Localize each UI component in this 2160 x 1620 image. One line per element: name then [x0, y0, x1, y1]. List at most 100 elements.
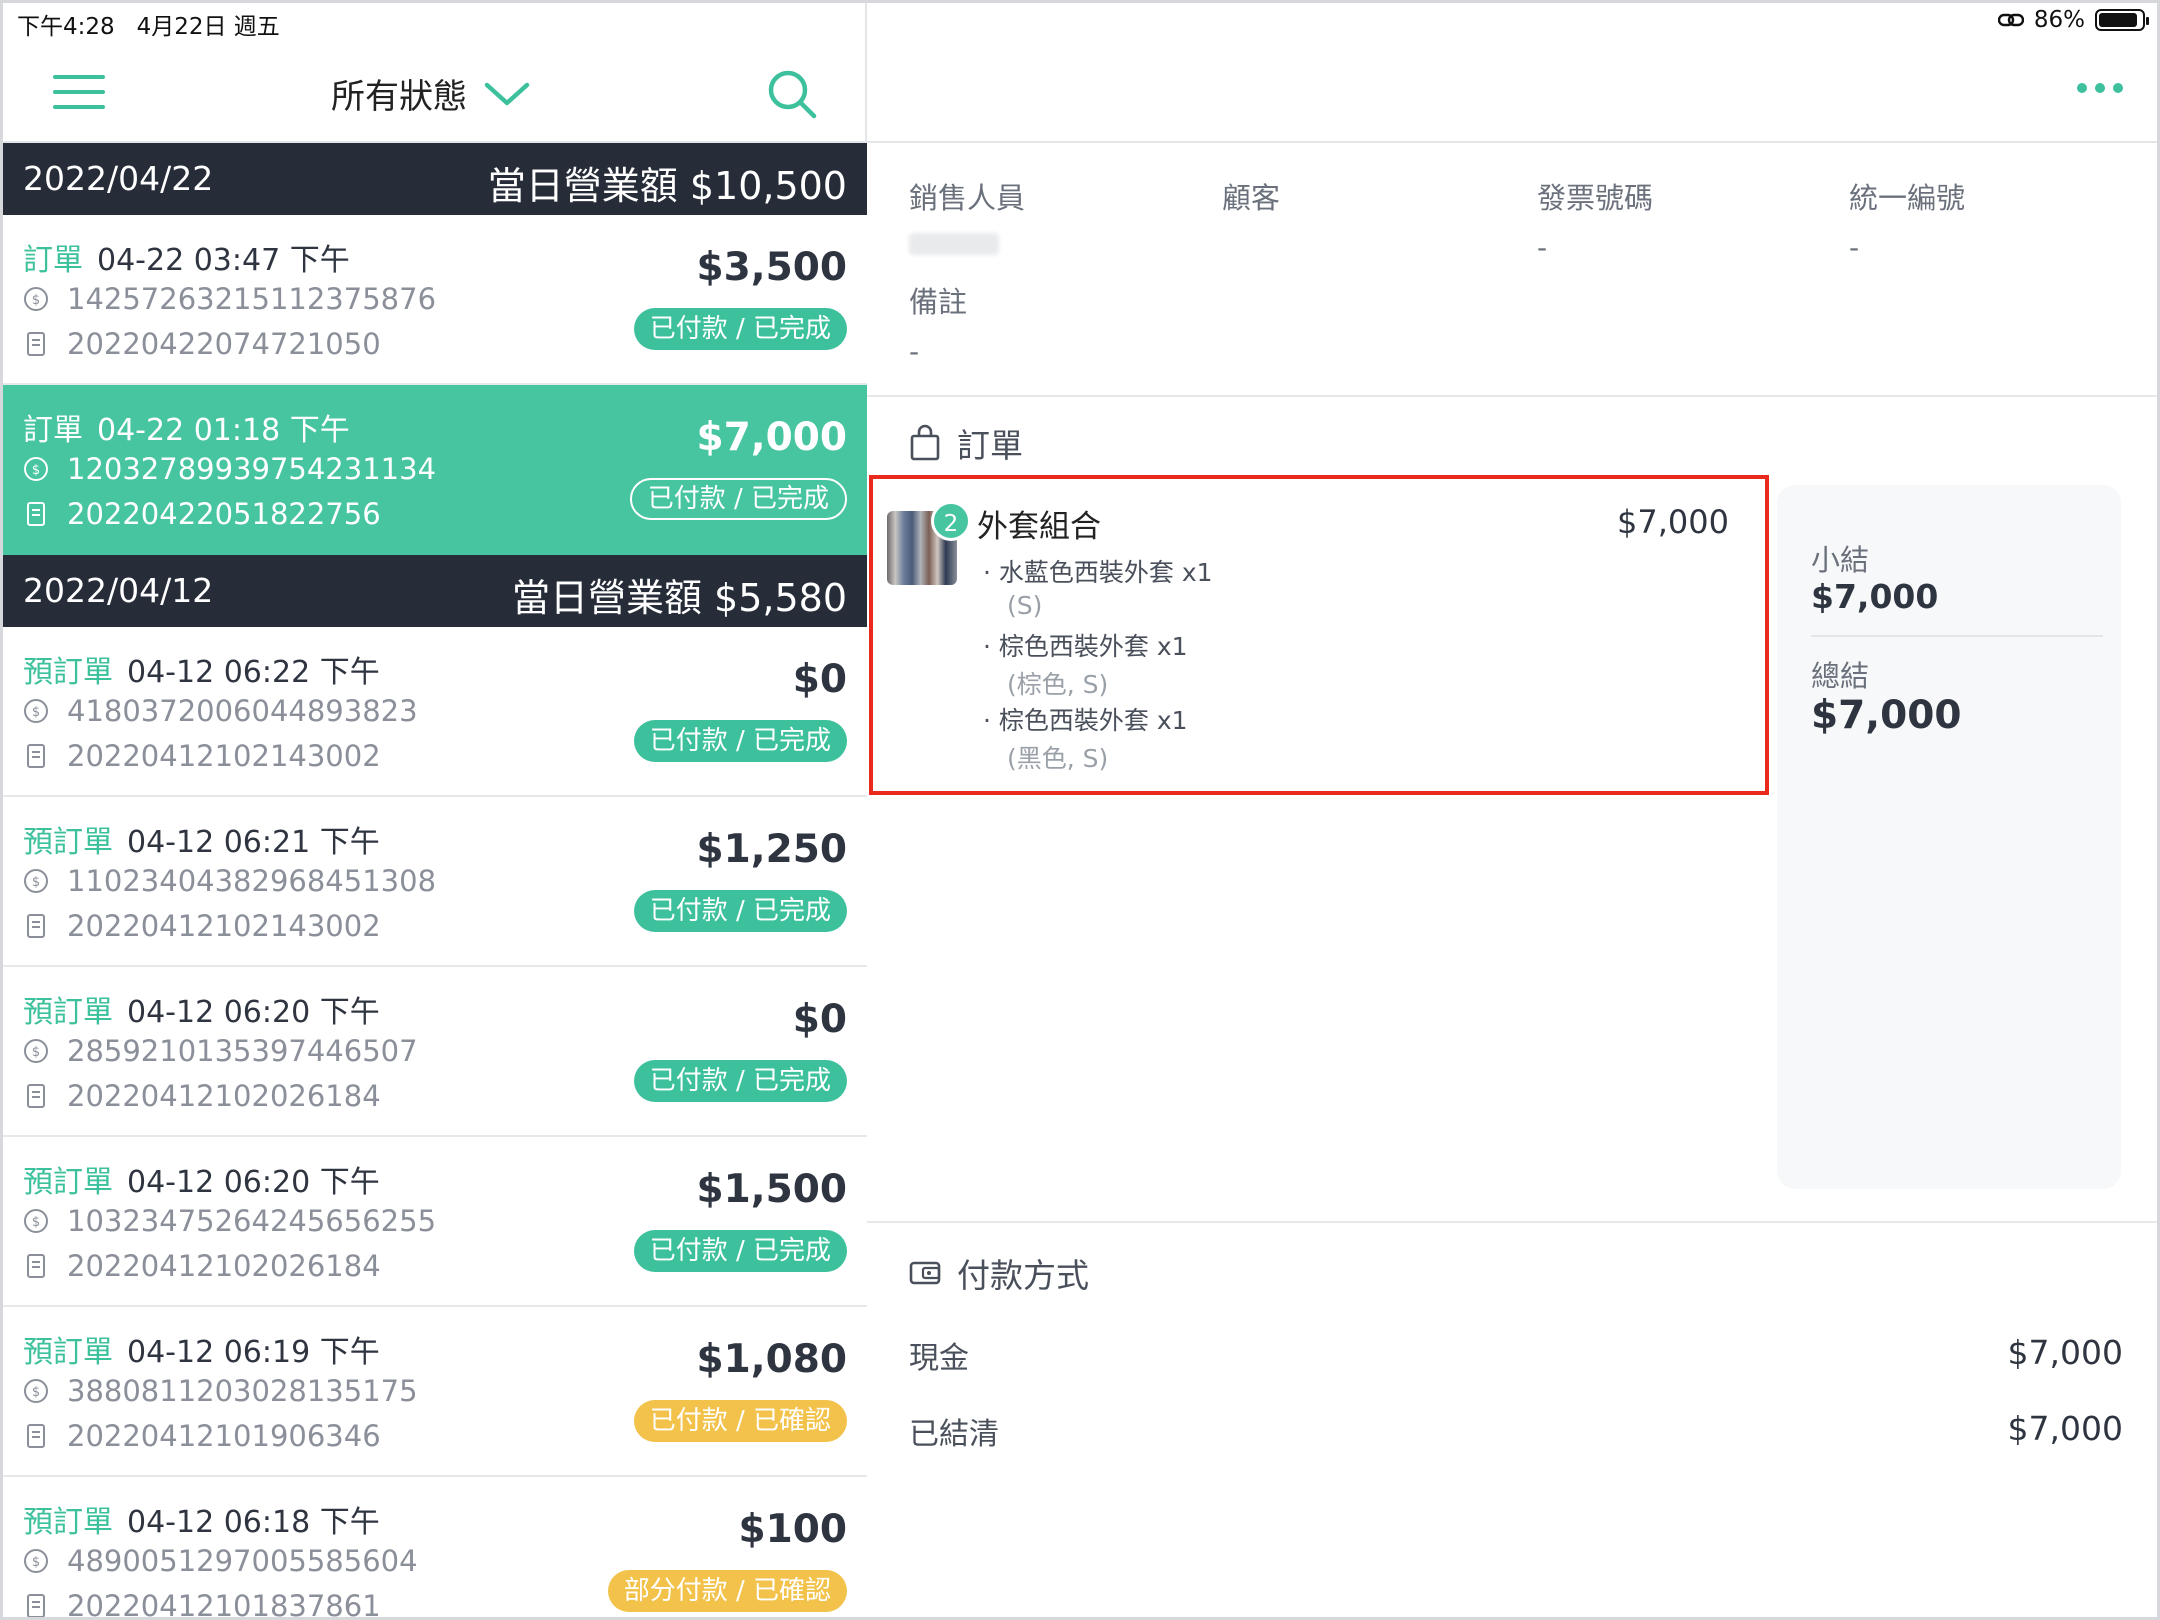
transaction-id: 12032789939754231134 — [67, 452, 437, 486]
order-title-line: 預訂單 04-12 06:18 下午 — [23, 1497, 380, 1541]
customer-field: 顧客 — [1222, 175, 1280, 217]
order-number: 20220412102143002 — [67, 909, 381, 943]
order-datetime: 04-22 03:47 下午 — [97, 243, 350, 278]
status-filter-dropdown[interactable]: 所有狀態 — [331, 69, 531, 118]
note-label: 備註 — [909, 285, 968, 319]
order-row[interactable]: 預訂單 04-12 06:20 下午 $2859210135397446507 202… — [3, 967, 867, 1137]
transaction-id: 2859210135397446507 — [67, 1034, 418, 1068]
order-row[interactable]: 預訂單 04-12 06:20 下午 $10323475264245656255 20… — [3, 1137, 867, 1307]
invoice-value: - — [1537, 231, 1548, 264]
order-detail-pane: 銷售人員 顧客 發票號碼 - 統一編號 - 備註 - 訂單 2 外套組合 $7,… — [867, 3, 2157, 1617]
status-filter-label: 所有狀態 — [331, 77, 467, 117]
quantity-badge: 2 — [931, 501, 971, 541]
receipt-icon — [27, 1594, 45, 1617]
order-type: 預訂單 — [23, 1505, 113, 1540]
tax-id-value: - — [1849, 231, 1860, 264]
transaction-id-line: $11023404382968451308 — [23, 864, 436, 898]
svg-text:$: $ — [32, 1555, 40, 1570]
search-icon[interactable] — [765, 67, 819, 121]
payment-settled-label: 已結清 — [909, 1417, 999, 1452]
order-title-line: 訂單 04-22 01:18 下午 — [23, 405, 350, 449]
invoice-label: 發票號碼 — [1537, 181, 1654, 215]
daily-revenue: 當日營業額 $5,580 — [511, 576, 847, 620]
status-badge: 已付款 / 已完成 — [633, 308, 847, 350]
order-amount: $7,000 — [696, 415, 848, 460]
shopping-bag-icon — [910, 424, 940, 461]
order-title-line: 訂單 04-22 03:47 下午 — [23, 235, 350, 279]
status-badge: 已付款 / 已完成 — [629, 478, 847, 520]
order-number: 20220412102026184 — [67, 1249, 381, 1283]
coin-icon: $ — [24, 287, 48, 311]
date-group-header: 2022/04/22 當日營業額 $10,500 — [3, 143, 867, 215]
order-type: 預訂單 — [23, 995, 113, 1030]
order-number: 20220412101837861 — [67, 1589, 381, 1620]
order-row[interactable]: 訂單 04-22 03:47 下午 $14257263215112375876 202… — [3, 215, 867, 385]
subitem-option: (黑色, S) — [1007, 744, 1109, 773]
payment-section-label: 付款方式 — [957, 1256, 1089, 1295]
order-type: 預訂單 — [23, 1335, 113, 1370]
receipt-icon — [27, 1424, 45, 1448]
subitem-option: (S) — [1007, 591, 1043, 620]
payment-section-title: 付款方式 — [909, 1249, 1089, 1297]
date-group-header: 2022/04/12 當日營業額 $5,580 — [3, 555, 867, 627]
subitem-name: · 水藍色西裝外套 x1 — [983, 558, 1213, 587]
receipt-icon — [27, 914, 45, 938]
item-name: 外套組合 — [977, 509, 1101, 545]
transaction-id-line: $2859210135397446507 — [23, 1034, 418, 1068]
order-number-line: 20220412101906346 — [23, 1419, 381, 1453]
order-datetime: 04-22 01:18 下午 — [97, 413, 350, 448]
receipt-icon — [27, 332, 45, 356]
order-datetime: 04-12 06:20 下午 — [127, 995, 380, 1030]
subitem-option: (棕色, S) — [1007, 670, 1109, 699]
order-number: 20220422074721050 — [67, 327, 381, 361]
order-type: 訂單 — [23, 413, 83, 448]
menu-icon[interactable] — [53, 75, 105, 113]
transaction-id-line: $12032789939754231134 — [23, 452, 436, 486]
daily-revenue: 當日營業額 $10,500 — [487, 164, 847, 208]
transaction-id: 10323475264245656255 — [67, 1204, 437, 1238]
receipt-icon — [27, 1084, 45, 1108]
chevron-down-icon — [484, 82, 530, 105]
svg-text:$: $ — [32, 705, 40, 720]
order-row[interactable]: 預訂單 04-12 06:19 下午 $3880811203028135175 202… — [3, 1307, 867, 1477]
status-badge: 部分付款 / 已確認 — [607, 1570, 847, 1612]
coin-icon: $ — [24, 699, 48, 723]
payment-row: 現金 $7,000 — [909, 1333, 2123, 1377]
order-datetime: 04-12 06:21 下午 — [127, 825, 380, 860]
order-number: 20220422051822756 — [67, 497, 381, 531]
more-options-icon[interactable] — [2077, 83, 2123, 93]
order-amount: $100 — [738, 1507, 847, 1552]
transaction-id: 3880811203028135175 — [67, 1374, 418, 1408]
coin-icon: $ — [24, 1379, 48, 1403]
transaction-id-line: $10323475264245656255 — [23, 1204, 436, 1238]
order-amount: $0 — [792, 997, 847, 1042]
order-row[interactable]: 預訂單 04-12 06:22 下午 $4180372006044893823 202… — [3, 627, 867, 797]
order-datetime: 04-12 06:18 下午 — [127, 1505, 380, 1540]
wallet-icon — [909, 1261, 941, 1285]
invoice-field: 發票號碼 - — [1537, 175, 1653, 264]
order-row[interactable]: 訂單 04-22 01:18 下午 $12032789939754231134 202… — [3, 385, 867, 555]
coin-icon: $ — [24, 869, 48, 893]
group-date: 2022/04/12 — [23, 571, 214, 610]
sales-label: 銷售人員 — [909, 181, 1026, 215]
order-row[interactable]: 預訂單 04-12 06:21 下午 $11023404382968451308 20… — [3, 797, 867, 967]
receipt-icon — [27, 744, 45, 768]
order-section-title: 訂單 — [909, 419, 1023, 467]
payment-section: 付款方式 現金 $7,000 已結清 $7,000 — [867, 1221, 2157, 1617]
status-badge: 已付款 / 已完成 — [633, 1060, 847, 1102]
transaction-id-line: $3880811203028135175 — [23, 1374, 418, 1408]
order-number-line: 20220412102143002 — [23, 909, 381, 943]
payment-row: 已結清 $7,000 — [909, 1409, 2123, 1453]
order-type: 預訂單 — [23, 1165, 113, 1200]
order-row[interactable]: 預訂單 04-12 06:18 下午 $4890051297005585604 202… — [3, 1477, 867, 1620]
order-number: 20220412101906346 — [67, 1419, 381, 1453]
sales-value-redacted — [909, 233, 999, 255]
order-number: 20220412102143002 — [67, 739, 381, 773]
coin-icon: $ — [24, 1549, 48, 1573]
order-number-line: 20220422051822756 — [23, 497, 381, 531]
transaction-id-line: $4180372006044893823 — [23, 694, 418, 728]
order-number-line: 20220412102143002 — [23, 739, 381, 773]
order-list-pane: 所有狀態 2022/04/22 當日營業額 $10,500 訂單 04-22 03:4… — [3, 3, 867, 1620]
order-item-highlight[interactable]: 2 外套組合 $7,000 · 水藍色西裝外套 x1 (S) · 棕色西裝外套 … — [869, 475, 1769, 795]
app-frame: 下午4:28 4月22日 週五 86% 所有狀態 2022/04/22 當日營業額… — [0, 0, 2160, 1620]
